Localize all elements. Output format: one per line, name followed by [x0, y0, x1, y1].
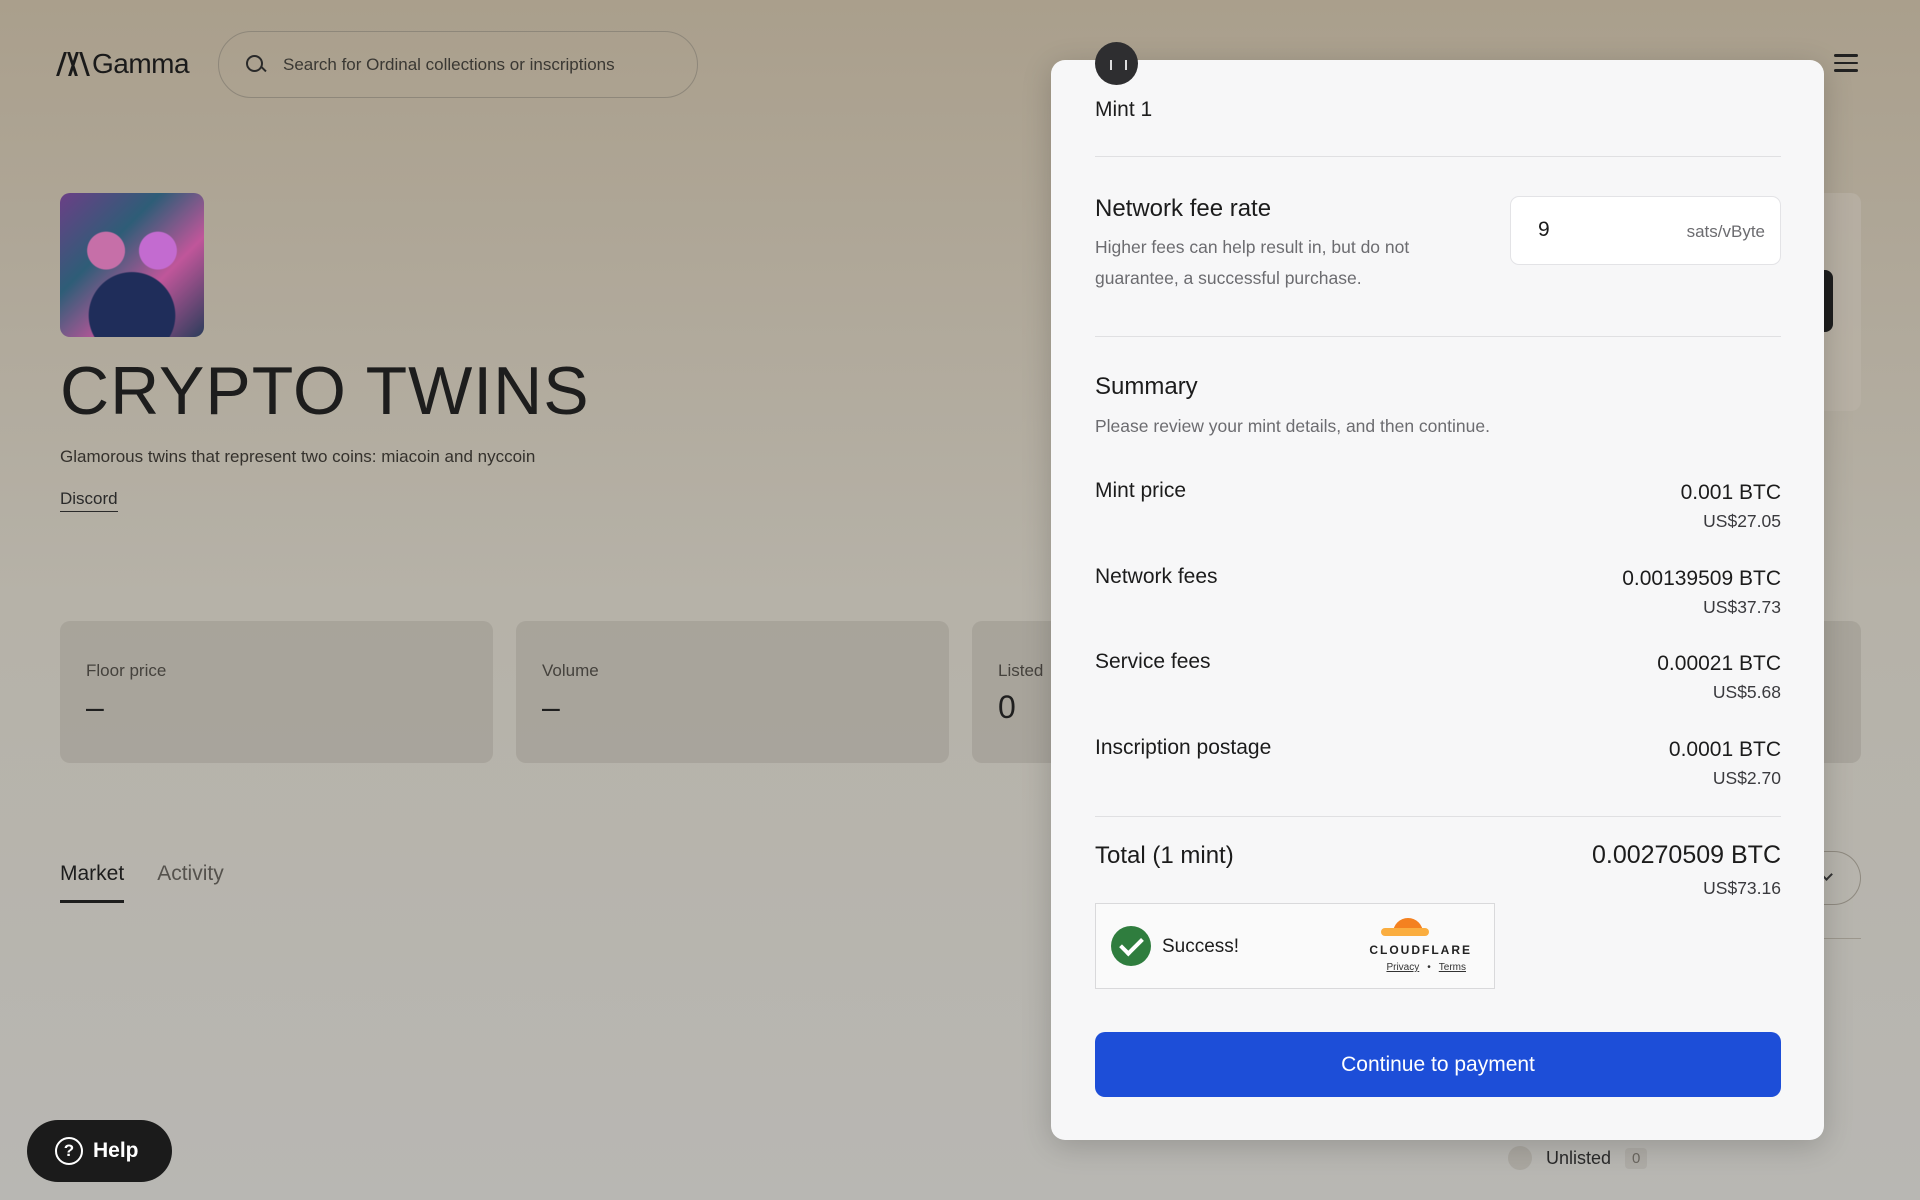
search-icon: [245, 54, 267, 76]
captcha-links: Privacy • Terms: [1386, 962, 1466, 973]
search-placeholder: Search for Ordinal collections or inscri…: [283, 54, 615, 74]
cloudflare-captcha[interactable]: Success! CLOUDFLARE Privacy • Terms: [1095, 903, 1495, 989]
summary-row-label: Mint price: [1095, 479, 1187, 502]
divider: [1095, 336, 1781, 337]
summary-row-usd: US$27.05: [1703, 511, 1781, 531]
tab-activity[interactable]: Activity: [157, 862, 224, 903]
summary-row-network-fees: Network fees 0.00139509 BTC US$37.73: [1095, 565, 1781, 625]
stat-label: Listed: [998, 661, 1044, 680]
logo-text: Gamma: [92, 48, 190, 79]
summary-row-btc: 0.00021 BTC: [1657, 652, 1781, 675]
collection-title: CRYPTO TWINS: [60, 353, 590, 429]
cloudflare-brand: CLOUDFLARE: [1369, 943, 1472, 957]
tab-market[interactable]: Market: [60, 862, 125, 903]
fee-rate-title: Network fee rate: [1095, 195, 1272, 222]
total-label: Total (1 mint): [1095, 842, 1234, 869]
summary-row-usd: US$37.73: [1703, 597, 1781, 617]
stat-card-volume: Volume –: [516, 621, 949, 763]
summary-row-usd: US$5.68: [1712, 682, 1781, 702]
summary-row-btc: 0.001 BTC: [1680, 481, 1781, 504]
summary-row-service-fees: Service fees 0.00021 BTC US$5.68: [1095, 650, 1781, 710]
stat-label: Volume: [542, 661, 599, 680]
cloudflare-logo-icon: [1381, 918, 1431, 942]
privacy-link[interactable]: Privacy: [1386, 962, 1419, 973]
mint-avatar-icon: [1095, 42, 1138, 85]
stat-card-floor-price: Floor price –: [60, 621, 493, 763]
stat-value: 0: [998, 689, 1016, 725]
gamma-logo[interactable]: Gamma: [60, 48, 190, 80]
divider: [1095, 156, 1781, 157]
divider: [1820, 938, 1861, 939]
mint-modal: Mint 1 Network fee rate Higher fees can …: [1051, 42, 1824, 1140]
total-usd: US$73.16: [1703, 878, 1781, 898]
link-separator: •: [1427, 962, 1431, 973]
total-btc: 0.00270509 BTC: [1591, 841, 1781, 869]
discord-link[interactable]: Discord: [60, 489, 118, 512]
summary-row-label: Inscription postage: [1095, 736, 1272, 759]
collection-tabs: Market Activity: [60, 862, 224, 903]
terms-link[interactable]: Terms: [1439, 962, 1466, 973]
summary-row-label: Service fees: [1095, 650, 1211, 673]
stat-label: Floor price: [86, 661, 167, 680]
summary-title: Summary: [1095, 373, 1198, 400]
fee-rate-value[interactable]: 9: [1538, 218, 1550, 242]
help-button[interactable]: ? Help: [27, 1120, 172, 1182]
summary-row-inscription-postage: Inscription postage 0.0001 BTC US$2.70: [1095, 736, 1781, 796]
summary-row-btc: 0.00139509 BTC: [1622, 567, 1781, 590]
summary-row-label: Network fees: [1095, 565, 1218, 588]
stat-card-listed: Listed 0: [972, 621, 1052, 763]
fee-rate-description: Higher fees can help result in, but do n…: [1095, 237, 1410, 288]
continue-to-payment-button[interactable]: Continue to payment: [1095, 1032, 1781, 1097]
filter-unlisted[interactable]: Unlisted 0: [1508, 1146, 1648, 1170]
mint-quantity-label: Mint 1: [1095, 98, 1153, 121]
stat-value: –: [542, 689, 560, 725]
fee-rate-unit: sats/vByte: [1686, 222, 1765, 241]
radio-icon[interactable]: [1508, 1146, 1532, 1170]
question-icon: ?: [55, 1137, 83, 1165]
filter-count: 0: [1625, 1147, 1648, 1169]
stat-card-partial: [1824, 621, 1861, 763]
help-label: Help: [93, 1139, 139, 1162]
collection-description: Glamorous twins that represent two coins…: [60, 447, 536, 466]
summary-row-usd: US$2.70: [1712, 768, 1781, 788]
filter-label: Unlisted: [1546, 1147, 1612, 1168]
stat-value: –: [86, 689, 104, 725]
summary-row-mint-price: Mint price 0.001 BTC US$27.05: [1095, 479, 1781, 539]
gamma-logo-icon: [60, 52, 84, 76]
fee-rate-input[interactable]: 9 sats/vByte: [1510, 196, 1781, 265]
summary-row-btc: 0.0001 BTC: [1668, 738, 1781, 761]
collection-image: [60, 193, 204, 337]
divider: [1095, 816, 1781, 817]
hamburger-menu-icon[interactable]: [1834, 54, 1858, 72]
summary-description: Please review your mint details, and the…: [1095, 416, 1490, 436]
search-input[interactable]: Search for Ordinal collections or inscri…: [218, 31, 698, 98]
